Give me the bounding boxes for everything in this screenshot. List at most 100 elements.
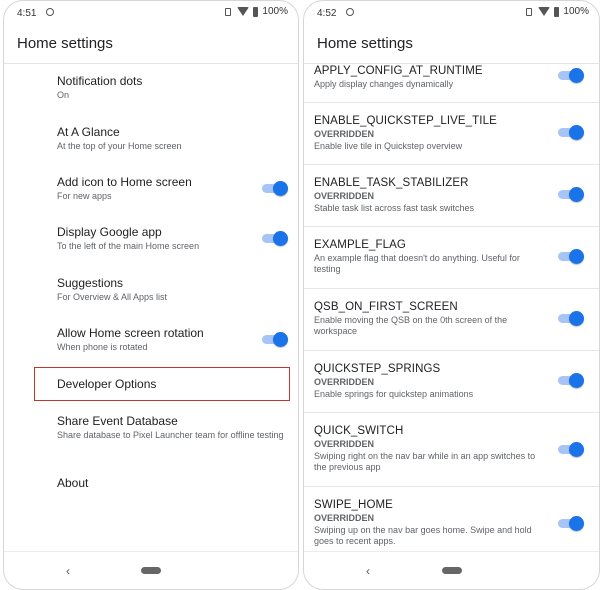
- toggle-thumb: [569, 249, 584, 264]
- flag-name: SWIPE_HOME: [314, 499, 393, 511]
- setting-home-rotation[interactable]: Allow Home screen rotation When phone is…: [57, 326, 288, 353]
- toggle-thumb: [569, 125, 584, 140]
- flag-enable-quickstep-live-tile[interactable]: ENABLE_QUICKSTEP_LIVE_TILE OVERRIDDEN En…: [304, 102, 599, 165]
- home-rotation-toggle[interactable]: [262, 332, 288, 347]
- flag-name: EXAMPLE_FLAG: [314, 239, 406, 251]
- flag-toggle[interactable]: [558, 442, 584, 457]
- toggle-thumb: [569, 187, 584, 202]
- flag-overridden-label: OVERRIDDEN: [314, 191, 375, 201]
- setting-title: Share Event Database: [57, 414, 178, 428]
- setting-share-event-database[interactable]: Share Event Database Share database to P…: [57, 414, 288, 441]
- flag-quick-switch[interactable]: QUICK_SWITCH OVERRIDDEN Swiping right on…: [304, 412, 599, 487]
- battery-icon: [554, 6, 560, 17]
- setting-title: Allow Home screen rotation: [57, 326, 204, 340]
- flag-overridden-label: OVERRIDDEN: [314, 129, 375, 139]
- flag-overridden-label: OVERRIDDEN: [314, 377, 375, 387]
- navigation-bar: ‹: [4, 551, 298, 589]
- flag-description: An example flag that doesn't do anything…: [314, 253, 520, 274]
- back-icon[interactable]: ‹: [366, 564, 370, 578]
- setting-subtitle: When phone is rotated: [57, 342, 148, 352]
- setting-title: About: [57, 476, 89, 490]
- flag-name: ENABLE_TASK_STABILIZER: [314, 177, 469, 189]
- phone-screen-left: 4:51 100% Home settings Notification dot…: [3, 0, 299, 590]
- flag-description: Stable task list across fast task switch…: [314, 203, 475, 213]
- setting-add-icon[interactable]: Add icon to Home screen For new apps: [57, 175, 288, 202]
- flag-description: Apply display changes dynamically: [314, 79, 454, 89]
- flag-quickstep-springs[interactable]: QUICKSTEP_SPRINGS OVERRIDDEN Enable spri…: [304, 350, 599, 413]
- setting-display-google-app[interactable]: Display Google app To the left of the ma…: [57, 225, 288, 252]
- battery-percent: 100%: [563, 6, 589, 17]
- setting-about[interactable]: About: [57, 476, 288, 490]
- toggle-thumb: [273, 231, 288, 246]
- toggle-thumb: [273, 181, 288, 196]
- setting-at-a-glance[interactable]: At A Glance At the top of your Home scre…: [57, 125, 288, 152]
- setting-title: Add icon to Home screen: [57, 175, 192, 189]
- flag-name: QSB_ON_FIRST_SCREEN: [314, 301, 458, 313]
- setting-title: Display Google app: [57, 225, 162, 239]
- toggle-thumb: [569, 373, 584, 388]
- flag-toggle[interactable]: [558, 187, 584, 202]
- flag-name: ENABLE_QUICKSTEP_LIVE_TILE: [314, 115, 497, 127]
- notification-app-icon: [46, 8, 54, 16]
- battery-percent: 100%: [262, 6, 288, 17]
- feature-flag-list: APPLY_CONFIG_AT_RUNTIME Apply display ch…: [304, 64, 599, 552]
- flag-toggle[interactable]: [558, 373, 584, 388]
- flag-example-flag[interactable]: EXAMPLE_FLAG An example flag that doesn'…: [304, 226, 599, 289]
- flag-toggle[interactable]: [558, 249, 584, 264]
- flag-name: QUICK_SWITCH: [314, 425, 404, 437]
- setting-title: At A Glance: [57, 125, 120, 139]
- setting-subtitle: To the left of the main Home screen: [57, 241, 200, 251]
- toggle-thumb: [569, 311, 584, 326]
- setting-subtitle: At the top of your Home screen: [57, 141, 182, 151]
- flag-apply-config-at-runtime[interactable]: APPLY_CONFIG_AT_RUNTIME Apply display ch…: [304, 64, 599, 103]
- flag-qsb-on-first-screen[interactable]: QSB_ON_FIRST_SCREEN Enable moving the QS…: [304, 288, 599, 351]
- toggle-thumb: [569, 442, 584, 457]
- flag-description: Swiping right on the nav bar while in an…: [314, 451, 536, 472]
- flag-enable-task-stabilizer[interactable]: ENABLE_TASK_STABILIZER OVERRIDDEN Stable…: [304, 164, 599, 227]
- vibrate-icon: [223, 7, 233, 17]
- display-google-app-toggle[interactable]: [262, 231, 288, 246]
- flag-toggle[interactable]: [558, 516, 584, 531]
- setting-title: Notification dots: [57, 74, 143, 88]
- flag-overridden-label: OVERRIDDEN: [314, 439, 375, 449]
- vibrate-icon: [524, 7, 534, 17]
- battery-icon: [253, 6, 259, 17]
- app-bar: Home settings: [4, 25, 298, 64]
- flag-toggle[interactable]: [558, 68, 584, 83]
- navigation-bar: ‹: [304, 551, 599, 589]
- flag-description: Enable live tile in Quickstep overview: [314, 141, 463, 151]
- add-icon-toggle[interactable]: [262, 181, 288, 196]
- wifi-icon: [237, 7, 250, 16]
- flag-description: Swiping up on the nav bar goes home. Swi…: [314, 525, 532, 546]
- page-title: Home settings: [17, 35, 113, 52]
- settings-list: Notification dots On At A Glance At the …: [4, 64, 298, 552]
- home-pill-icon[interactable]: [441, 567, 462, 574]
- toggle-thumb: [569, 516, 584, 531]
- flag-description: Enable moving the QSB on the 0th screen …: [314, 315, 508, 336]
- flag-name: APPLY_CONFIG_AT_RUNTIME: [314, 65, 483, 77]
- flag-name: QUICKSTEP_SPRINGS: [314, 363, 441, 375]
- setting-title: Developer Options: [57, 377, 157, 391]
- flag-toggle[interactable]: [558, 311, 584, 326]
- setting-title: Suggestions: [57, 276, 124, 290]
- flag-toggle[interactable]: [558, 125, 584, 140]
- setting-notification-dots[interactable]: Notification dots On: [57, 74, 288, 101]
- notification-app-icon: [346, 8, 354, 16]
- flag-swipe-home[interactable]: SWIPE_HOME OVERRIDDEN Swiping up on the …: [304, 486, 599, 552]
- phone-screen-right: 4:52 100% Home settings APPLY_CONFIG_AT_…: [303, 0, 600, 590]
- back-icon[interactable]: ‹: [66, 564, 70, 578]
- setting-subtitle: Share database to Pixel Launcher team fo…: [57, 430, 284, 440]
- home-pill-icon[interactable]: [141, 567, 161, 574]
- app-bar: Home settings: [304, 25, 599, 64]
- setting-subtitle: For Overview & All Apps list: [57, 292, 168, 302]
- setting-developer-options[interactable]: Developer Options: [57, 377, 288, 391]
- toggle-thumb: [273, 332, 288, 347]
- status-time: 4:52: [317, 8, 337, 19]
- flag-overridden-label: OVERRIDDEN: [314, 513, 375, 523]
- wifi-icon: [538, 7, 551, 16]
- status-bar: 4:52 100%: [304, 1, 599, 25]
- toggle-thumb: [569, 68, 584, 83]
- setting-subtitle: On: [57, 90, 70, 100]
- status-bar: 4:51 100%: [4, 1, 298, 25]
- setting-suggestions[interactable]: Suggestions For Overview & All Apps list: [57, 276, 288, 303]
